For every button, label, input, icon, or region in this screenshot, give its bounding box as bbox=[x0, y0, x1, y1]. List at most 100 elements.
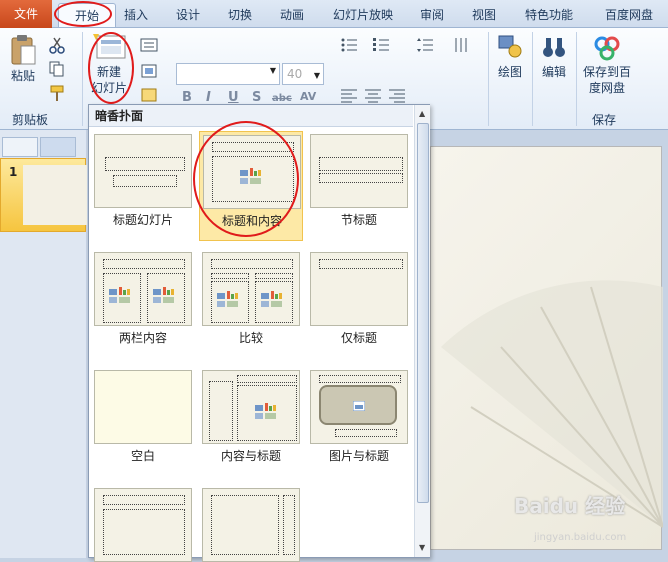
placeholder bbox=[211, 495, 279, 555]
paste-label: 粘贴 bbox=[10, 69, 35, 83]
save-to-baidu-button[interactable]: 保存到百 度网盘 bbox=[580, 34, 634, 96]
tab-home[interactable]: 开始 bbox=[58, 3, 116, 27]
new-slide-button[interactable]: 新建 幻灯片 bbox=[86, 32, 132, 96]
tab-insert[interactable]: 插入 bbox=[116, 3, 156, 27]
drawing-button[interactable]: 绘图 bbox=[492, 34, 528, 80]
italic-icon[interactable]: I bbox=[206, 90, 211, 105]
tab-view[interactable]: 视图 bbox=[464, 3, 504, 27]
content-icons bbox=[153, 287, 174, 303]
layout-title-slide[interactable]: 标题幻灯片 bbox=[91, 131, 195, 241]
font-name-input[interactable]: ▼ bbox=[176, 63, 280, 85]
layout-name: 两栏内容 bbox=[118, 331, 167, 345]
align-center-icon[interactable] bbox=[364, 86, 382, 104]
layout-name: 空白 bbox=[130, 449, 155, 463]
copy-icon[interactable] bbox=[48, 60, 66, 78]
bold-icon[interactable]: B bbox=[182, 90, 192, 105]
layout-blank[interactable]: 空白 bbox=[91, 367, 195, 477]
watermark-brand: Baidu 经验 bbox=[514, 494, 626, 518]
tab-transitions[interactable]: 切换 bbox=[220, 3, 260, 27]
chevron-down-icon: ▼ bbox=[269, 66, 276, 75]
strikethrough-icon[interactable]: abc bbox=[272, 93, 292, 104]
placeholder bbox=[211, 259, 293, 269]
placeholder bbox=[319, 375, 401, 383]
tab-special[interactable]: 特色功能 bbox=[516, 3, 582, 27]
layout-preview bbox=[202, 370, 300, 444]
placeholder bbox=[319, 157, 403, 171]
shadow-icon[interactable]: S bbox=[252, 90, 261, 105]
content-icons bbox=[240, 168, 261, 184]
tab-review[interactable]: 审阅 bbox=[412, 3, 452, 27]
theme-header: 暗香扑面 bbox=[89, 105, 413, 127]
layout-extra-1[interactable] bbox=[91, 485, 195, 562]
tab-animations[interactable]: 动画 bbox=[272, 3, 312, 27]
baidu-cloud-icon bbox=[594, 36, 620, 61]
underline-icon[interactable]: U bbox=[228, 90, 239, 105]
layout-name: 标题幻灯片 bbox=[112, 213, 173, 227]
layout-title-only[interactable]: 仅标题 bbox=[307, 249, 411, 359]
layout-section-header[interactable]: 节标题 bbox=[307, 131, 411, 241]
content-icons bbox=[261, 291, 282, 307]
cut-icon[interactable] bbox=[48, 36, 66, 54]
layout-preview bbox=[94, 134, 192, 208]
tab-slideshow[interactable]: 幻灯片放映 bbox=[328, 3, 398, 27]
new-slide-label-2: 幻灯片 bbox=[90, 81, 127, 95]
watermark-url: jingyan.baidu.com bbox=[534, 532, 627, 543]
layout-preview bbox=[203, 135, 301, 209]
tab-file[interactable]: 文件 bbox=[0, 0, 52, 28]
line-spacing-icon[interactable] bbox=[416, 36, 434, 54]
slide-thumbnail[interactable]: 1 bbox=[0, 158, 87, 232]
layout-two-content[interactable]: 两栏内容 bbox=[91, 249, 195, 359]
layout-picture-with-caption[interactable]: 图片与标题 bbox=[307, 367, 411, 477]
layout-name: 标题和内容 bbox=[221, 214, 282, 228]
scroll-up-icon[interactable]: ▲ bbox=[419, 109, 425, 118]
align-right-icon[interactable] bbox=[388, 86, 406, 104]
layout-title-and-content[interactable]: 标题和内容 bbox=[199, 131, 303, 241]
layout-content-with-caption[interactable]: 内容与标题 bbox=[199, 367, 303, 477]
scroll-down-icon[interactable]: ▼ bbox=[419, 543, 425, 552]
placeholder bbox=[319, 173, 403, 183]
slide-number: 1 bbox=[9, 165, 18, 179]
section-icon[interactable] bbox=[140, 86, 158, 104]
numbering-icon[interactable] bbox=[372, 36, 390, 54]
format-painter-icon[interactable] bbox=[48, 84, 66, 102]
text-direction-icon[interactable] bbox=[452, 36, 470, 54]
content-icons bbox=[217, 291, 238, 307]
align-left-icon[interactable] bbox=[340, 86, 358, 104]
layout-preview bbox=[202, 488, 300, 562]
reset-slide-icon[interactable] bbox=[140, 62, 158, 80]
layout-extra-2[interactable] bbox=[199, 485, 303, 562]
layout-comparison[interactable]: 比较 bbox=[199, 249, 303, 359]
tab-baidu-disk[interactable]: 百度网盘 bbox=[596, 3, 662, 27]
paste-button[interactable]: 粘贴 bbox=[6, 34, 40, 84]
char-spacing-icon[interactable]: AV bbox=[300, 90, 316, 103]
group-separator bbox=[82, 32, 83, 126]
layout-preview bbox=[310, 370, 408, 444]
editing-label: 编辑 bbox=[541, 65, 566, 79]
tab-slides-thumbnails[interactable] bbox=[2, 137, 38, 157]
tab-design[interactable]: 设计 bbox=[168, 3, 208, 27]
picture-placeholder bbox=[319, 385, 397, 425]
placeholder bbox=[103, 495, 185, 505]
layout-name: 图片与标题 bbox=[328, 449, 389, 463]
new-slide-icon bbox=[93, 34, 126, 59]
layout-name: 仅标题 bbox=[340, 331, 377, 345]
font-size-value: 40 bbox=[287, 67, 303, 81]
layout-preview bbox=[94, 488, 192, 562]
font-size-input[interactable]: 40 ▼ bbox=[282, 63, 324, 85]
layout-icon[interactable] bbox=[140, 36, 158, 54]
placeholder bbox=[103, 259, 185, 269]
scroll-thumb[interactable] bbox=[417, 123, 429, 503]
placeholder bbox=[212, 142, 294, 152]
content-icons bbox=[109, 287, 130, 303]
slide-thumbnail-image bbox=[23, 165, 87, 225]
group-separator bbox=[532, 32, 533, 126]
placeholder bbox=[237, 375, 297, 383]
dropdown-scrollbar[interactable]: ▲ ▼ bbox=[414, 105, 430, 557]
save-group-label: 保存 bbox=[592, 113, 617, 127]
placeholder bbox=[255, 273, 293, 279]
editing-button[interactable]: 编辑 bbox=[536, 34, 572, 80]
bullets-icon[interactable] bbox=[340, 36, 358, 54]
tab-outline[interactable] bbox=[40, 137, 76, 157]
placeholder bbox=[103, 509, 185, 555]
picture-icon bbox=[353, 401, 365, 411]
